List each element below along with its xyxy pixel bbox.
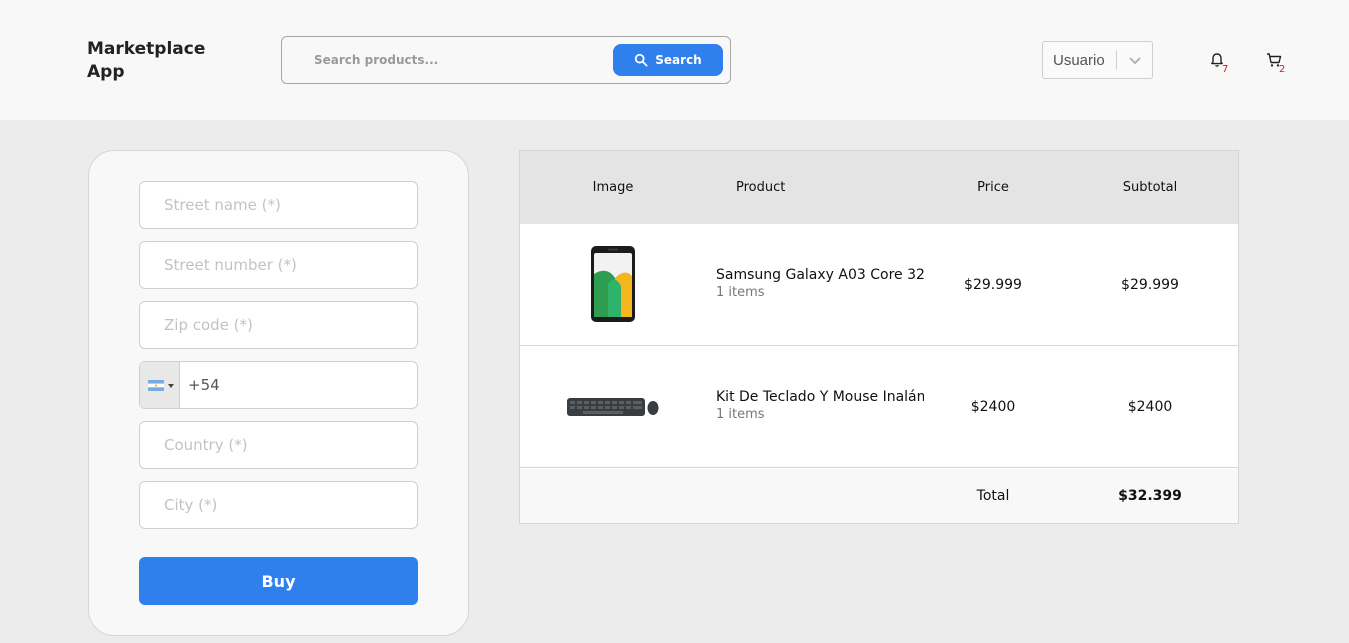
table-footer: Total $32.399 <box>520 469 1238 523</box>
table-row: Samsung Galaxy A03 Core 32 GB 1 items $2… <box>520 224 1238 346</box>
city-field <box>139 481 418 529</box>
column-header-subtotal: Subtotal <box>1122 180 1178 195</box>
product-name[interactable]: Samsung Galaxy A03 Core 32 GB <box>716 267 924 283</box>
brand-title: Marketplace App <box>87 39 206 82</box>
column-header-price: Price <box>977 180 1009 195</box>
search-icon <box>635 53 648 67</box>
notifications-count: 7 <box>1222 64 1229 75</box>
city-input[interactable] <box>140 482 417 528</box>
product-image <box>563 244 663 324</box>
street-name-field <box>139 181 418 229</box>
phone-input[interactable] <box>140 362 417 408</box>
product-quantity: 1 items <box>716 285 765 300</box>
user-dropdown-label: Usuario <box>1053 52 1105 69</box>
search-button-label: Search <box>655 53 702 67</box>
notifications-button[interactable]: 7 <box>1209 52 1239 82</box>
country-code-selector[interactable] <box>140 362 180 408</box>
street-number-input[interactable] <box>140 242 417 288</box>
keyboard-mouse-image <box>567 398 659 416</box>
total-label: Total <box>976 488 1010 504</box>
street-number-field <box>139 241 418 289</box>
product-subtotal: $2400 <box>1127 399 1173 415</box>
search-input[interactable] <box>300 47 600 73</box>
shipping-form: Buy <box>88 150 469 636</box>
country-input[interactable] <box>140 422 417 468</box>
total-value: $32.399 <box>1118 488 1182 504</box>
product-subtotal: $29.999 <box>1121 277 1179 293</box>
cart-table: Image Product Price Subtotal Samsung Gal… <box>519 150 1239 524</box>
zip-code-input[interactable] <box>140 302 417 348</box>
caret-down-icon <box>168 384 174 388</box>
dropdown-separator <box>1116 50 1117 70</box>
cart-button[interactable]: 2 <box>1266 52 1296 82</box>
column-header-image: Image <box>592 180 634 195</box>
product-price: $29.999 <box>964 277 1022 293</box>
user-dropdown[interactable]: Usuario <box>1042 41 1153 79</box>
country-field <box>139 421 418 469</box>
search-bar: Search <box>281 36 731 84</box>
phone-field <box>139 361 418 409</box>
top-header: Marketplace App Search Usuario 7 <box>0 0 1349 120</box>
column-header-product: Product <box>736 180 786 195</box>
product-image <box>563 367 663 447</box>
smartphone-image <box>591 246 635 322</box>
buy-button[interactable]: Buy <box>139 557 418 605</box>
chevron-down-icon <box>1129 57 1141 65</box>
product-price: $2400 <box>970 399 1016 415</box>
product-quantity: 1 items <box>716 407 765 422</box>
zip-code-field <box>139 301 418 349</box>
search-button[interactable]: Search <box>613 44 723 76</box>
table-header: Image Product Price Subtotal <box>520 151 1238 224</box>
product-name[interactable]: Kit De Teclado Y Mouse Inalámbrico <box>716 389 924 405</box>
cart-count: 2 <box>1279 64 1286 75</box>
argentina-flag-icon <box>148 380 164 391</box>
street-name-input[interactable] <box>140 182 417 228</box>
table-row: Kit De Teclado Y Mouse Inalámbrico 1 ite… <box>520 346 1238 468</box>
